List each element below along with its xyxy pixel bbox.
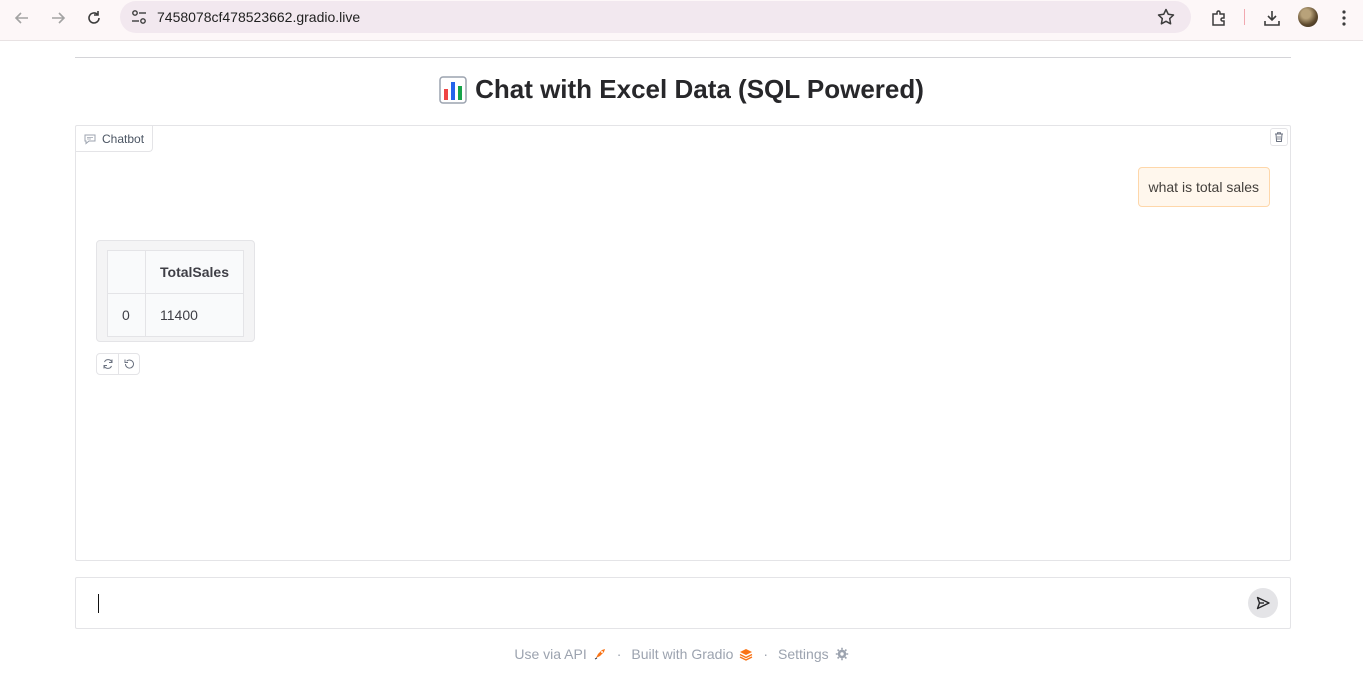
footer: Use via API · Built with Gradio · Settin…: [0, 646, 1363, 662]
menu-button[interactable]: [1332, 6, 1356, 30]
page-title-text: Chat with Excel Data (SQL Powered): [475, 74, 924, 104]
kebab-menu-icon: [1342, 10, 1346, 26]
header-divider: [75, 57, 1291, 58]
send-button[interactable]: [1248, 588, 1278, 618]
user-message-text: what is total sales: [1148, 179, 1260, 195]
gear-icon[interactable]: [835, 647, 849, 661]
settings-link[interactable]: Settings: [778, 646, 829, 662]
message-actions: [96, 353, 140, 375]
gradio-logo-icon: [740, 649, 753, 661]
forward-button[interactable]: [46, 6, 70, 30]
puzzle-icon: [1212, 10, 1225, 26]
bar-chart-icon: [439, 75, 467, 104]
chatbot-label-text: Chatbot: [102, 131, 145, 146]
table-header-row: TotalSales: [107, 250, 244, 294]
bookmark-star-icon[interactable]: [1156, 7, 1176, 27]
use-via-api-link[interactable]: Use via API: [514, 646, 586, 662]
chatbot-label: Chatbot: [76, 126, 154, 152]
undo-button[interactable]: [118, 354, 139, 374]
retry-icon: [103, 359, 112, 369]
browser-toolbar: 7458078cf478523662.gradio.live: [0, 0, 1363, 41]
footer-separator: ·: [763, 646, 769, 662]
retry-button[interactable]: [97, 354, 118, 374]
result-table: TotalSales 0 11400: [107, 250, 244, 337]
table-header-totalsales: TotalSales: [145, 250, 244, 294]
table-cell-totalsales: 11400: [145, 293, 244, 337]
bot-message: TotalSales 0 11400: [96, 240, 255, 342]
reload-icon: [88, 11, 100, 24]
toolbar-separator: [1244, 9, 1245, 25]
download-icon: [1264, 11, 1280, 26]
back-button[interactable]: [10, 6, 34, 30]
built-with-gradio-link[interactable]: Built with Gradio: [631, 646, 733, 662]
reload-button[interactable]: [82, 6, 106, 30]
url-text: 7458078cf478523662.gradio.live: [157, 9, 361, 25]
text-caret: [98, 594, 99, 613]
profile-avatar[interactable]: [1298, 7, 1318, 27]
table-row: 0 11400: [107, 293, 244, 337]
chatbot-panel: Chatbot what is total sales TotalSales 0…: [75, 125, 1291, 561]
site-info-icon[interactable]: [130, 8, 148, 26]
page-title: Chat with Excel Data (SQL Powered): [0, 74, 1363, 105]
downloads-button[interactable]: [1260, 6, 1284, 30]
chat-bubble-icon: [84, 134, 96, 145]
table-cell-index: 0: [107, 293, 146, 337]
extensions-button[interactable]: [1207, 6, 1231, 30]
forward-arrow-icon: [52, 12, 66, 24]
address-bar[interactable]: 7458078cf478523662.gradio.live: [120, 1, 1191, 33]
user-message: what is total sales: [1137, 167, 1270, 207]
footer-separator: ·: [616, 646, 622, 662]
message-input-box: [75, 577, 1291, 629]
clear-chat-button[interactable]: [1270, 128, 1288, 146]
message-input[interactable]: [92, 590, 1242, 616]
back-arrow-icon: [14, 12, 28, 24]
send-icon: [1256, 596, 1270, 610]
trash-icon: [1275, 132, 1283, 142]
undo-icon: [124, 359, 134, 369]
rocket-icon: [594, 649, 605, 660]
table-header-index: [107, 250, 146, 294]
